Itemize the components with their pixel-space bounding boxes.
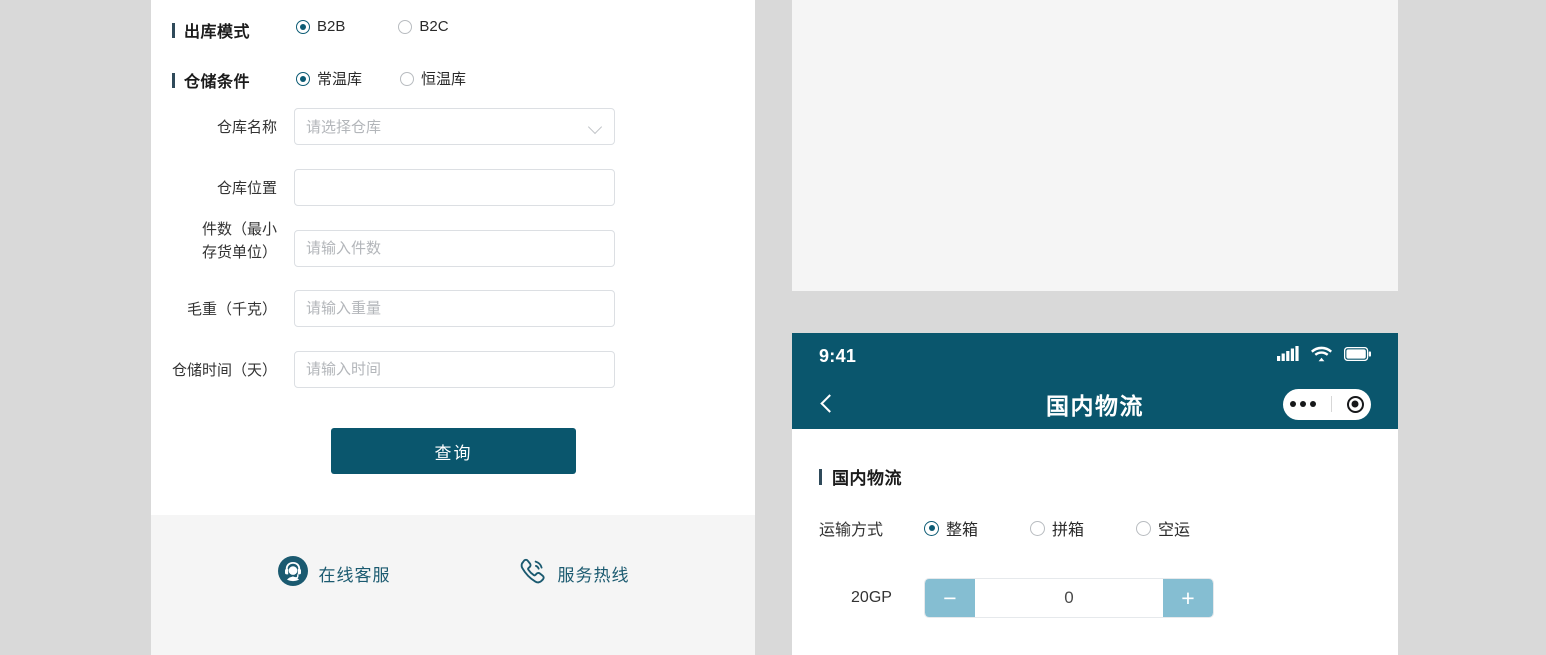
phone-hotline-icon: [516, 555, 548, 592]
warehouse-name-label: 仓库名称: [216, 119, 277, 136]
service-hotline-link[interactable]: 服务热线: [516, 555, 630, 592]
capsule-divider: [1330, 396, 1332, 412]
accent-bar-icon: [172, 72, 175, 88]
mobile-preview: 9:41 国内物流 国内物流 运输方式 整箱 拼箱 空运 20GP − 0 +: [792, 333, 1398, 655]
radio-label: B2B: [317, 18, 346, 35]
empty-preview-panel: [792, 0, 1398, 291]
outbound-mode-label-text: 出库模式: [184, 24, 251, 41]
left-panel: 出库模式 B2B B2C 仓储条件 常温库 恒温库 仓库名称 请选择仓库 仓库位…: [151, 0, 755, 655]
container-20gp-label: 20GP: [851, 589, 892, 606]
radio-storage-ambient[interactable]: 常温库: [296, 68, 362, 89]
storage-condition-radio-group[interactable]: 常温库 恒温库: [296, 68, 466, 89]
signal-bars-icon: [1277, 346, 1299, 366]
accent-bar-icon: [172, 22, 175, 38]
status-bar: 9:41: [792, 333, 1398, 379]
accent-bar-icon: [819, 468, 822, 485]
stepper-increment-button[interactable]: +: [1163, 579, 1213, 617]
radio-storage-constant[interactable]: 恒温库: [400, 68, 466, 89]
wechat-capsule[interactable]: [1283, 388, 1371, 420]
status-icon-group: [1277, 346, 1371, 367]
battery-icon: [1343, 346, 1371, 366]
radio-unselected-icon: [1136, 520, 1152, 536]
support-links: 在线客服 服务热线: [151, 555, 755, 592]
radio-selected-icon: [296, 71, 310, 86]
stepper-decrement-button[interactable]: −: [925, 579, 975, 617]
radio-label: 整箱: [946, 522, 979, 539]
radio-transport-lcl[interactable]: 拼箱: [1030, 516, 1084, 540]
transport-mode-label: 运输方式: [819, 522, 884, 539]
radio-unselected-icon: [1030, 520, 1046, 536]
gross-weight-label: 毛重（千克）: [186, 301, 277, 318]
warehouse-location-field[interactable]: [294, 169, 615, 206]
storage-condition-label-text: 仓储条件: [184, 74, 251, 91]
container-20gp-row: 20GP − 0 +: [819, 578, 1371, 618]
radio-unselected-icon: [400, 71, 415, 86]
support-footer: 在线客服 服务热线: [151, 515, 755, 655]
piece-count-input[interactable]: [306, 240, 603, 257]
quantity-stepper[interactable]: − 0 +: [924, 578, 1214, 618]
chevron-down-icon: [589, 120, 603, 134]
radio-outbound-b2b[interactable]: B2B: [296, 18, 345, 35]
radio-label: 恒温库: [421, 71, 467, 88]
warehouse-location-input[interactable]: [306, 179, 603, 196]
outbound-mode-radio-group[interactable]: B2B B2C: [296, 18, 449, 35]
transport-mode-radio-group[interactable]: 整箱 拼箱 空运: [924, 516, 1190, 540]
warehouse-name-select[interactable]: 请选择仓库: [294, 108, 615, 145]
warehouse-name-placeholder: 请选择仓库: [306, 119, 382, 136]
storage-days-field[interactable]: [294, 351, 615, 388]
radio-outbound-b2c[interactable]: B2C: [398, 18, 449, 35]
wifi-icon: [1311, 346, 1332, 367]
piece-count-label-line1: 件数（最小: [201, 221, 277, 238]
radio-unselected-icon: [398, 19, 413, 34]
radio-label: 常温库: [317, 71, 363, 88]
query-form-card: 出库模式 B2B B2C 仓储条件 常温库 恒温库 仓库名称 请选择仓库 仓库位…: [151, 0, 755, 515]
service-hotline-label: 服务热线: [557, 566, 630, 585]
headset-support-icon: [277, 555, 309, 592]
storage-days-label: 仓储时间（天）: [171, 362, 277, 379]
outbound-mode-label: 出库模式: [172, 18, 250, 42]
radio-transport-air[interactable]: 空运: [1136, 516, 1190, 540]
piece-count-field[interactable]: [294, 230, 615, 267]
phone-header: 9:41 国内物流: [792, 333, 1398, 429]
phone-body: 国内物流 运输方式 整箱 拼箱 空运 20GP − 0 +: [792, 429, 1398, 655]
transport-mode-row: 运输方式 整箱 拼箱 空运: [819, 516, 1371, 540]
nav-bar: 国内物流: [792, 379, 1398, 429]
piece-count-label: 件数（最小 存货单位）: [151, 218, 277, 264]
gross-weight-field[interactable]: [294, 290, 615, 327]
radio-selected-icon: [924, 520, 939, 536]
radio-label: B2C: [419, 18, 449, 35]
stepper-value[interactable]: 0: [975, 579, 1163, 617]
gross-weight-input[interactable]: [306, 300, 603, 317]
online-service-label: 在线客服: [318, 566, 391, 585]
storage-days-input[interactable]: [306, 361, 603, 378]
radio-selected-icon: [296, 19, 310, 34]
radio-label: 拼箱: [1052, 522, 1085, 539]
radio-label: 空运: [1158, 522, 1191, 539]
screen-root: 出库模式 B2B B2C 仓储条件 常温库 恒温库 仓库名称 请选择仓库 仓库位…: [0, 0, 1546, 655]
section-title-text: 国内物流: [832, 469, 902, 488]
piece-count-label-line2: 存货单位）: [201, 244, 277, 261]
radio-transport-fcl[interactable]: 整箱: [924, 516, 978, 540]
status-time: 9:41: [819, 345, 857, 366]
query-submit-button[interactable]: 查询: [331, 428, 576, 474]
storage-condition-label: 仓储条件: [172, 68, 250, 92]
online-service-link[interactable]: 在线客服: [277, 555, 391, 592]
warehouse-location-label: 仓库位置: [216, 180, 277, 197]
more-dots-icon[interactable]: [1290, 401, 1317, 407]
domestic-logistics-section-title: 国内物流: [819, 429, 1371, 489]
target-circle-icon[interactable]: [1346, 395, 1364, 413]
